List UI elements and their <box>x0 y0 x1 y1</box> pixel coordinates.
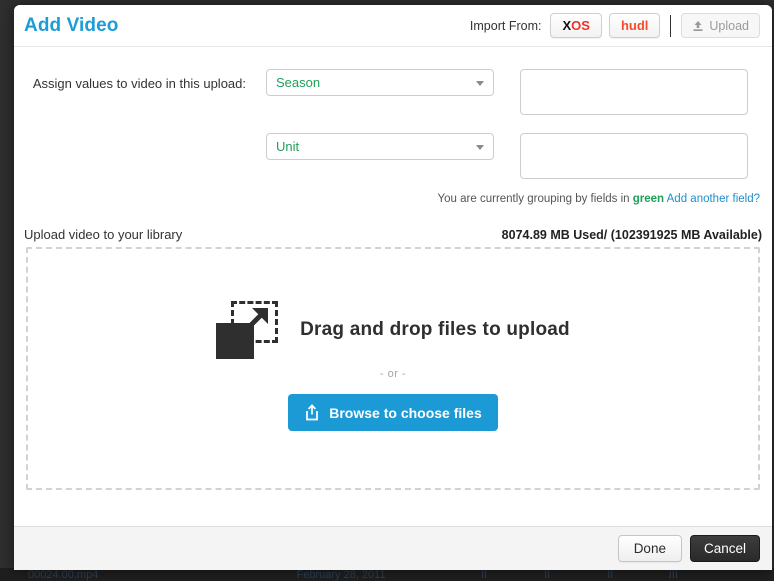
hudl-logo-text: hudl <box>620 18 649 33</box>
done-button[interactable]: Done <box>617 535 682 562</box>
unit-value-input[interactable] <box>520 133 748 179</box>
dropzone-prompt-row: Drag and drop files to upload <box>216 301 570 359</box>
modal-body: Assign values to video in this upload: S… <box>14 47 772 526</box>
assign-field-row: Season <box>266 69 760 115</box>
assign-fields-group: Season Unit <box>266 69 760 197</box>
import-source-xos-button[interactable]: X OS <box>550 13 602 38</box>
page-title: Add Video <box>24 14 119 36</box>
season-select-value: Season <box>276 75 321 90</box>
upload-section-heading: Upload video to your library <box>24 227 183 242</box>
dropzone[interactable]: Drag and drop files to upload - or - Bro… <box>26 247 760 490</box>
upload-icon <box>692 20 704 32</box>
chevron-down-icon <box>476 144 484 150</box>
import-source-hudl-button[interactable]: hudl <box>608 13 661 38</box>
share-upload-icon <box>304 404 320 421</box>
storage-usage-text: 8074.89 MB Used/ (102391925 MB Available… <box>501 228 762 242</box>
xos-logo-x: X <box>562 18 572 33</box>
drag-drop-icon <box>216 301 280 359</box>
header-actions: Import From: X OS hudl Upload <box>470 13 760 38</box>
season-select[interactable]: Season <box>266 69 494 96</box>
chevron-down-icon <box>476 80 484 86</box>
xos-logo-os: OS <box>571 18 590 33</box>
modal-header: Add Video Import From: X OS hudl Upload <box>14 5 772 47</box>
upload-section-header: Upload video to your library 8074.89 MB … <box>14 205 772 247</box>
grouping-note-prefix: You are currently grouping by fields in <box>437 193 630 205</box>
dropzone-content: Drag and drop files to upload - or - Bro… <box>28 301 758 431</box>
grouping-note-highlight: green <box>632 193 665 205</box>
browse-files-label: Browse to choose files <box>329 404 482 421</box>
assign-values-section: Assign values to video in this upload: S… <box>14 47 772 197</box>
add-video-modal: Add Video Import From: XOS hudl Upload <box>14 5 772 570</box>
browse-files-button[interactable]: Browse to choose files <box>288 394 498 431</box>
header-divider <box>670 14 672 37</box>
unit-select-value: Unit <box>276 139 300 154</box>
unit-select[interactable]: Unit <box>266 133 494 160</box>
modal-footer: Done Cancel <box>14 526 772 570</box>
add-another-field-link[interactable]: Add another field? <box>667 193 760 205</box>
upload-button-label: Upload <box>709 18 749 33</box>
assign-values-label: Assign values to video in this upload: <box>32 76 246 91</box>
dropzone-or-separator: - or - <box>379 368 407 380</box>
upload-button[interactable]: Upload <box>681 13 760 38</box>
assign-field-row: Unit <box>266 133 760 179</box>
dropzone-text: Drag and drop files to upload <box>300 319 570 340</box>
season-value-input[interactable] <box>520 69 748 115</box>
cancel-button[interactable]: Cancel <box>689 535 760 562</box>
import-from-label: Import From: <box>469 18 542 33</box>
